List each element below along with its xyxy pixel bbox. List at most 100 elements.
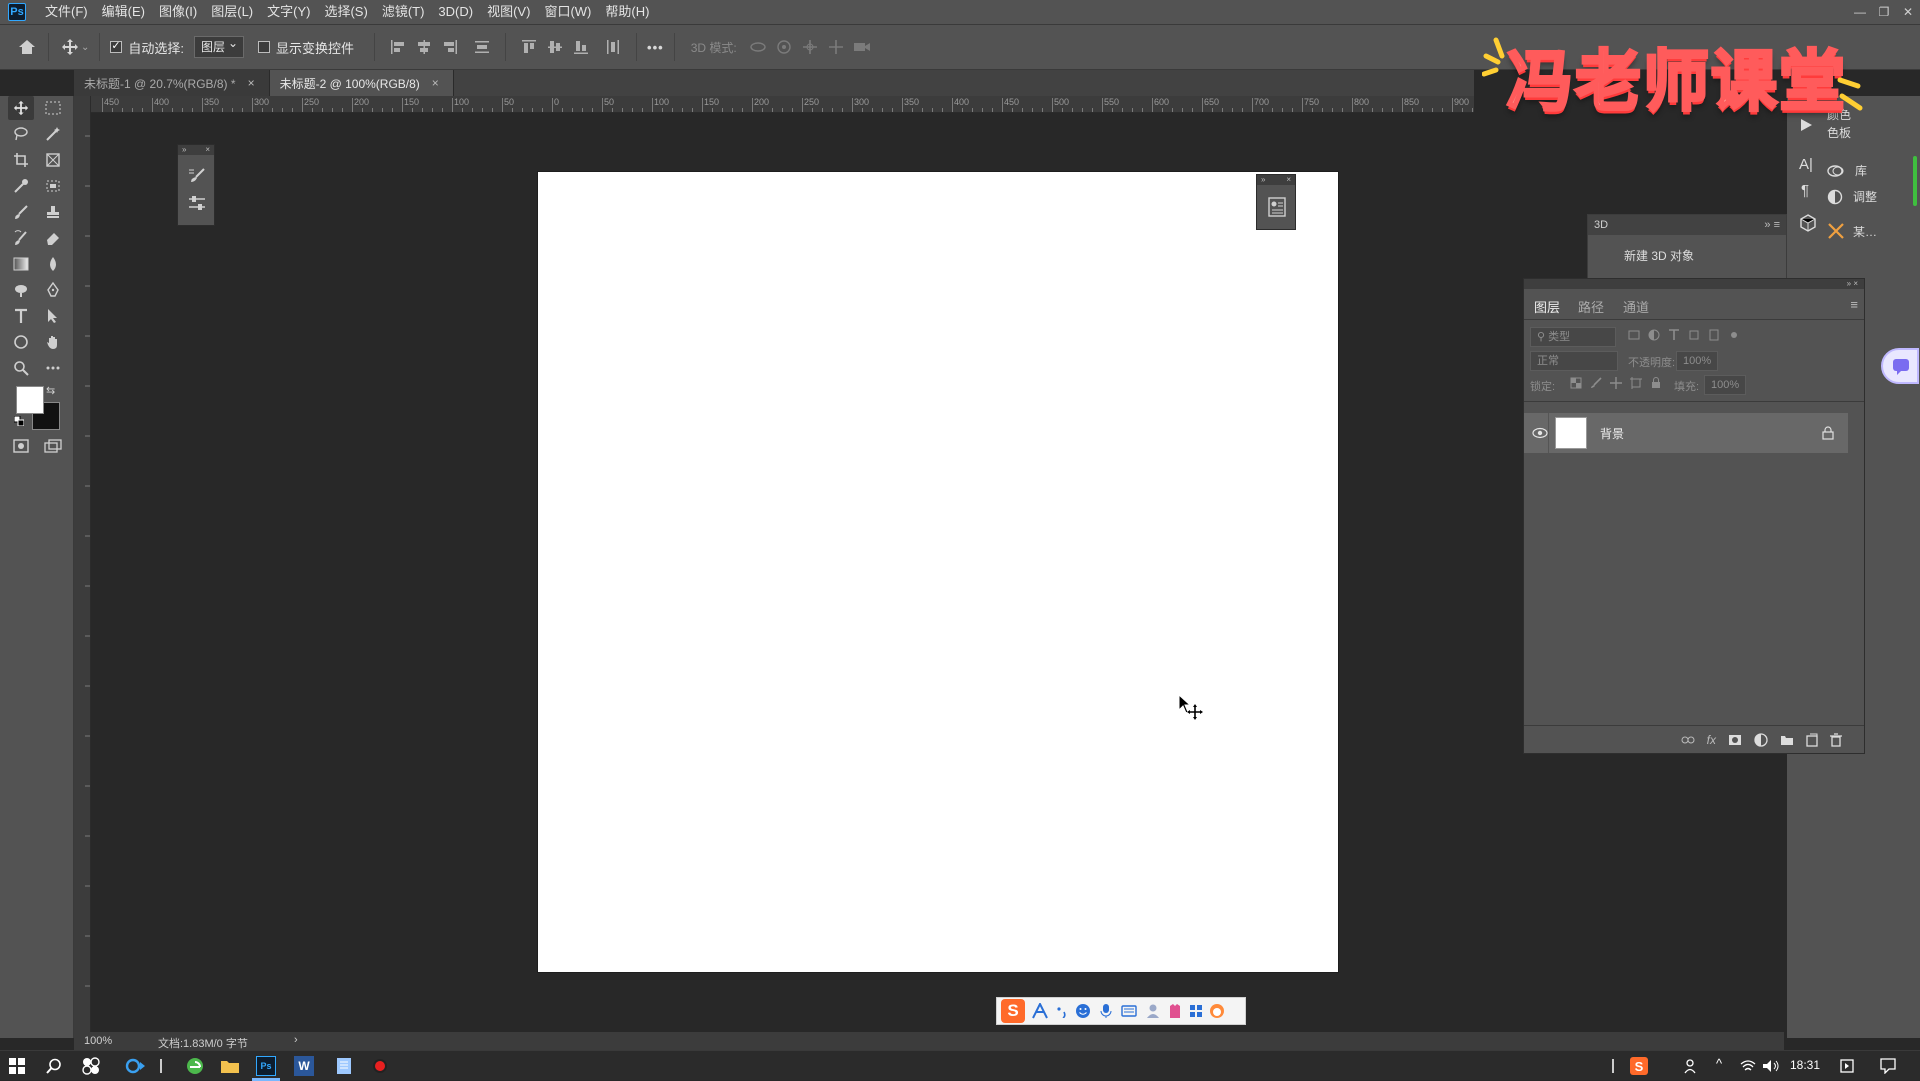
filter-type-icon[interactable] bbox=[1668, 329, 1680, 341]
microphone-icon[interactable] bbox=[1099, 1003, 1113, 1019]
ellipse-tool-icon[interactable] bbox=[8, 330, 34, 354]
dodge-tool-icon[interactable] bbox=[8, 278, 34, 302]
language-mode-icon[interactable] bbox=[1031, 1003, 1049, 1019]
user-icon[interactable] bbox=[1145, 1003, 1161, 1019]
panel-menu-icon[interactable]: ≡ bbox=[1850, 297, 1858, 312]
menu-filter[interactable]: 滤镜(T) bbox=[375, 0, 432, 24]
gradient-tool-icon[interactable] bbox=[8, 252, 34, 276]
brush-tool-icon[interactable] bbox=[8, 200, 34, 224]
menu-layer[interactable]: 图层(L) bbox=[204, 0, 260, 24]
3d-roll-icon[interactable] bbox=[773, 36, 795, 58]
close-tab-icon[interactable]: × bbox=[432, 76, 439, 90]
filter-smart-object-icon[interactable] bbox=[1708, 329, 1720, 341]
close-tab-icon[interactable]: × bbox=[248, 76, 255, 90]
new-group-icon[interactable] bbox=[1780, 734, 1794, 746]
menu-window[interactable]: 窗口(W) bbox=[537, 0, 598, 24]
brush-settings-icon[interactable] bbox=[188, 167, 206, 183]
filter-adjustment-icon[interactable] bbox=[1648, 329, 1660, 341]
collapse-icon[interactable]: » bbox=[182, 145, 186, 155]
type-tool-icon[interactable] bbox=[8, 304, 34, 328]
visibility-eye-icon[interactable] bbox=[1532, 427, 1548, 439]
3d-panel-icon[interactable] bbox=[1799, 214, 1817, 232]
screen-mode-icon[interactable] bbox=[40, 434, 66, 458]
restore-icon[interactable]: ❐ bbox=[1872, 5, 1896, 19]
emoji-icon[interactable] bbox=[1075, 1003, 1091, 1019]
sogou-ime-icon[interactable]: S bbox=[1001, 999, 1025, 1023]
distribute-horizontal-icon[interactable] bbox=[602, 36, 624, 58]
panel-expand-icon[interactable]: » ≡ bbox=[1764, 219, 1780, 231]
swatches-panel-button[interactable]: 色板 bbox=[1827, 124, 1851, 141]
new-adjustment-layer-icon[interactable] bbox=[1754, 732, 1768, 747]
new-3d-object-label[interactable]: 新建 3D 对象 bbox=[1624, 247, 1786, 264]
blend-mode-dropdown[interactable]: 正常 bbox=[1530, 351, 1618, 371]
menu-select[interactable]: 选择(S) bbox=[317, 0, 374, 24]
adjustments-sliders-icon[interactable] bbox=[188, 195, 206, 211]
path-selection-icon[interactable] bbox=[40, 304, 66, 328]
lock-transparent-icon[interactable] bbox=[1570, 377, 1582, 389]
browser-ie-icon[interactable] bbox=[124, 1057, 146, 1075]
tab-layers[interactable]: 图层 bbox=[1534, 297, 1560, 316]
3d-orbit-icon[interactable] bbox=[747, 36, 769, 58]
align-top-icon[interactable] bbox=[518, 36, 540, 58]
zoom-level[interactable]: 100% bbox=[84, 1035, 112, 1047]
search-icon[interactable] bbox=[46, 1058, 62, 1074]
hand-tool-icon[interactable] bbox=[40, 330, 66, 354]
tab-document-2[interactable]: 未标题-2 @ 100%(RGB/8) × bbox=[269, 70, 454, 96]
tray-desktop-icon[interactable] bbox=[1840, 1059, 1854, 1073]
floating-assistant-button[interactable] bbox=[1881, 348, 1919, 384]
clock-time[interactable]: 18:31 bbox=[1790, 1058, 1820, 1072]
tray-ime-icon[interactable]: S bbox=[1630, 1057, 1648, 1075]
menu-view[interactable]: 视图(V) bbox=[480, 0, 537, 24]
layer-name[interactable]: 背景 bbox=[1600, 425, 1624, 442]
close-icon[interactable]: × bbox=[205, 145, 210, 155]
default-colors-icon[interactable] bbox=[14, 416, 24, 426]
windows-start-icon[interactable] bbox=[9, 1058, 25, 1074]
extra-panel-button[interactable]: 某… bbox=[1827, 222, 1877, 240]
add-mask-icon[interactable] bbox=[1728, 734, 1742, 746]
chevron-down-icon[interactable]: ⌄ bbox=[81, 42, 89, 53]
menu-file[interactable]: 文件(F) bbox=[38, 0, 95, 24]
character-panel-icon[interactable]: A| bbox=[1799, 156, 1813, 173]
lock-all-icon[interactable] bbox=[1650, 377, 1662, 389]
tab-channels[interactable]: 通道 bbox=[1623, 297, 1649, 316]
object-selection-icon[interactable] bbox=[40, 174, 66, 198]
delete-layer-icon[interactable] bbox=[1830, 732, 1842, 747]
fx-icon[interactable]: fx bbox=[1707, 733, 1716, 747]
auto-select-checkbox[interactable] bbox=[110, 39, 123, 53]
more-tools-icon[interactable] bbox=[40, 356, 66, 380]
close-icon[interactable]: × bbox=[1286, 175, 1291, 185]
screen-recorder-icon[interactable] bbox=[372, 1058, 388, 1074]
auto-select-target-dropdown[interactable]: 图层 bbox=[194, 33, 245, 58]
menu-image[interactable]: 图像(I) bbox=[152, 0, 204, 24]
layer-filter-dropdown[interactable]: ⚲ 类型 bbox=[1530, 327, 1616, 347]
minimize-icon[interactable]: — bbox=[1848, 5, 1872, 19]
menu-help[interactable]: 帮助(H) bbox=[598, 0, 656, 24]
filter-pixel-icon[interactable] bbox=[1628, 329, 1640, 341]
properties-icon[interactable] bbox=[1268, 197, 1286, 217]
collapse-icon[interactable]: » × bbox=[1847, 279, 1858, 288]
link-layers-icon[interactable] bbox=[1681, 735, 1695, 745]
blur-tool-icon[interactable] bbox=[40, 252, 66, 276]
status-menu-arrow-icon[interactable]: › bbox=[294, 1034, 298, 1046]
mascot-icon[interactable] bbox=[1209, 1003, 1225, 1019]
app-hub-icon[interactable] bbox=[82, 1057, 100, 1075]
opacity-input[interactable]: 100% bbox=[1676, 351, 1718, 371]
layer-lock-icon[interactable] bbox=[1822, 426, 1834, 440]
eyedropper-icon[interactable] bbox=[8, 174, 34, 198]
more-options-icon[interactable]: ••• bbox=[647, 40, 664, 55]
align-horizontal-center-icon[interactable] bbox=[413, 36, 435, 58]
new-layer-icon[interactable] bbox=[1806, 733, 1818, 747]
keyboard-icon[interactable] bbox=[1121, 1004, 1137, 1018]
align-vertical-center-icon[interactable] bbox=[544, 36, 566, 58]
zoom-tool-icon[interactable] bbox=[8, 356, 34, 380]
tray-volume-icon[interactable] bbox=[1762, 1059, 1780, 1073]
eraser-tool-icon[interactable] bbox=[40, 226, 66, 250]
action-center-icon[interactable] bbox=[1880, 1058, 1896, 1074]
photoshop-taskbar-icon[interactable]: Ps bbox=[256, 1056, 276, 1076]
file-explorer-icon[interactable] bbox=[220, 1058, 240, 1074]
tray-people-icon[interactable] bbox=[1684, 1058, 1700, 1074]
show-transform-checkbox[interactable] bbox=[258, 41, 271, 53]
move-tool-preset-icon[interactable] bbox=[59, 36, 81, 58]
3d-pan-icon[interactable] bbox=[799, 36, 821, 58]
menu-edit[interactable]: 编辑(E) bbox=[95, 0, 152, 24]
